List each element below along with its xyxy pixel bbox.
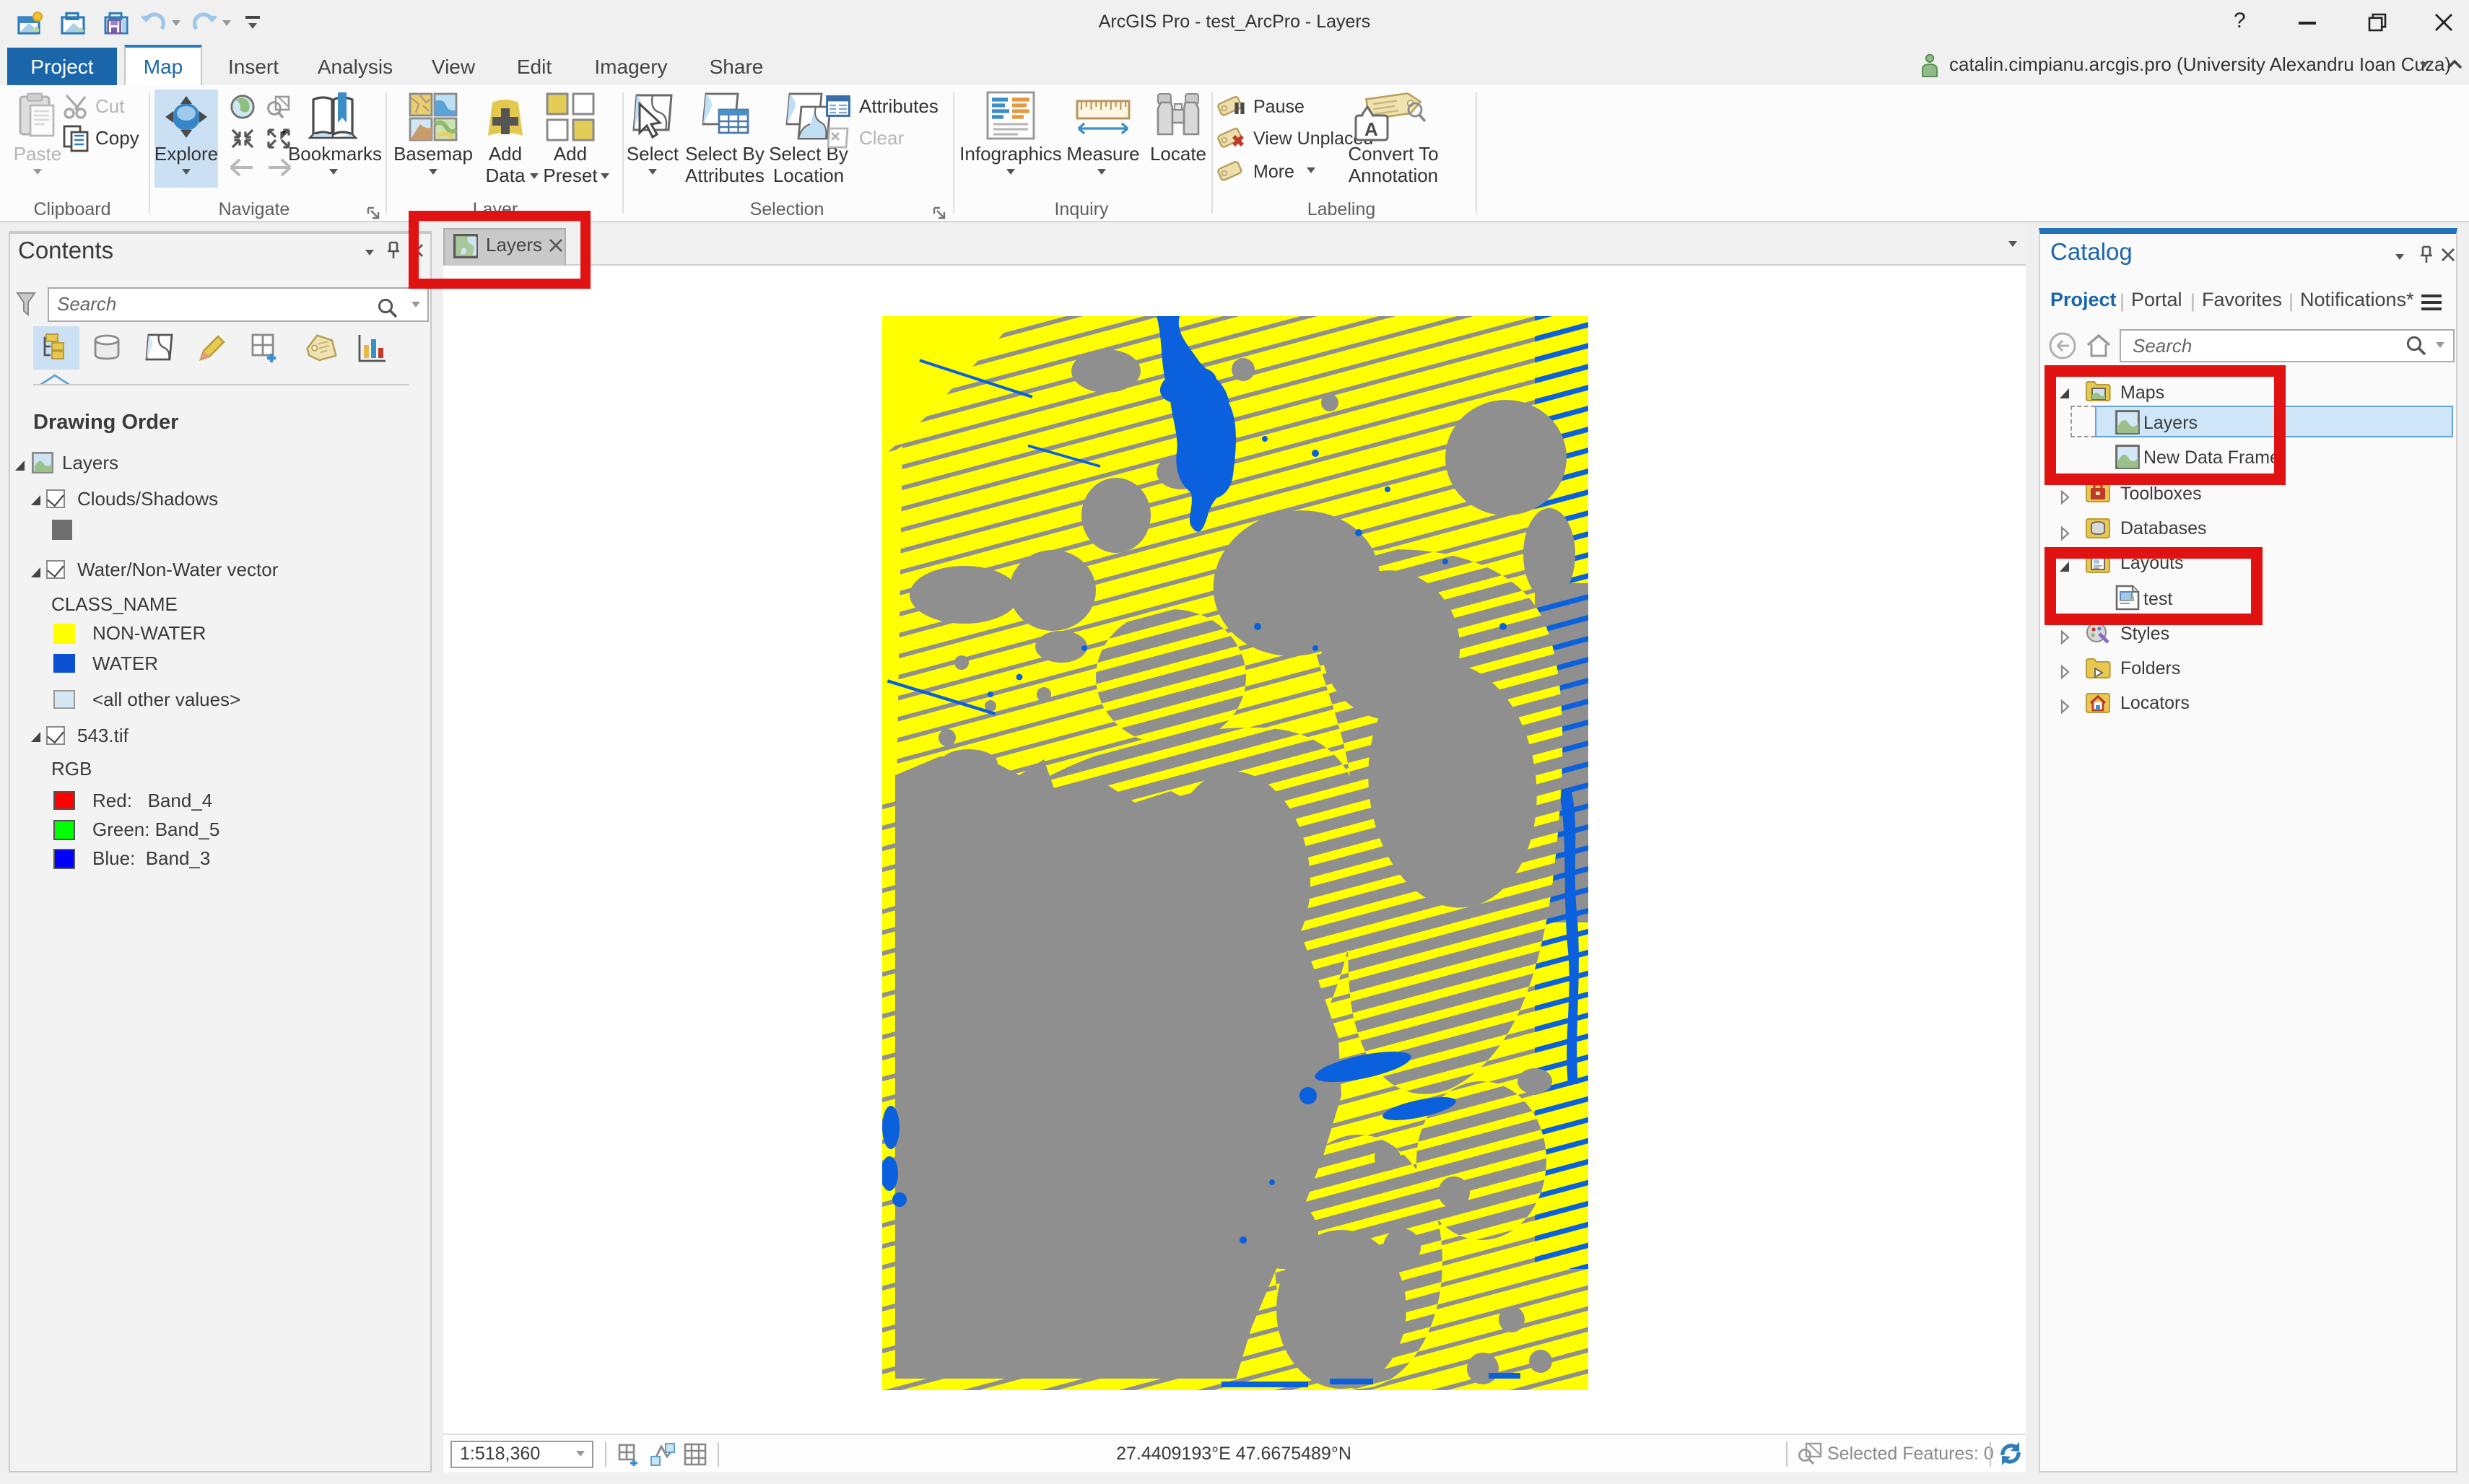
svg-text:A: A bbox=[1364, 118, 1378, 140]
